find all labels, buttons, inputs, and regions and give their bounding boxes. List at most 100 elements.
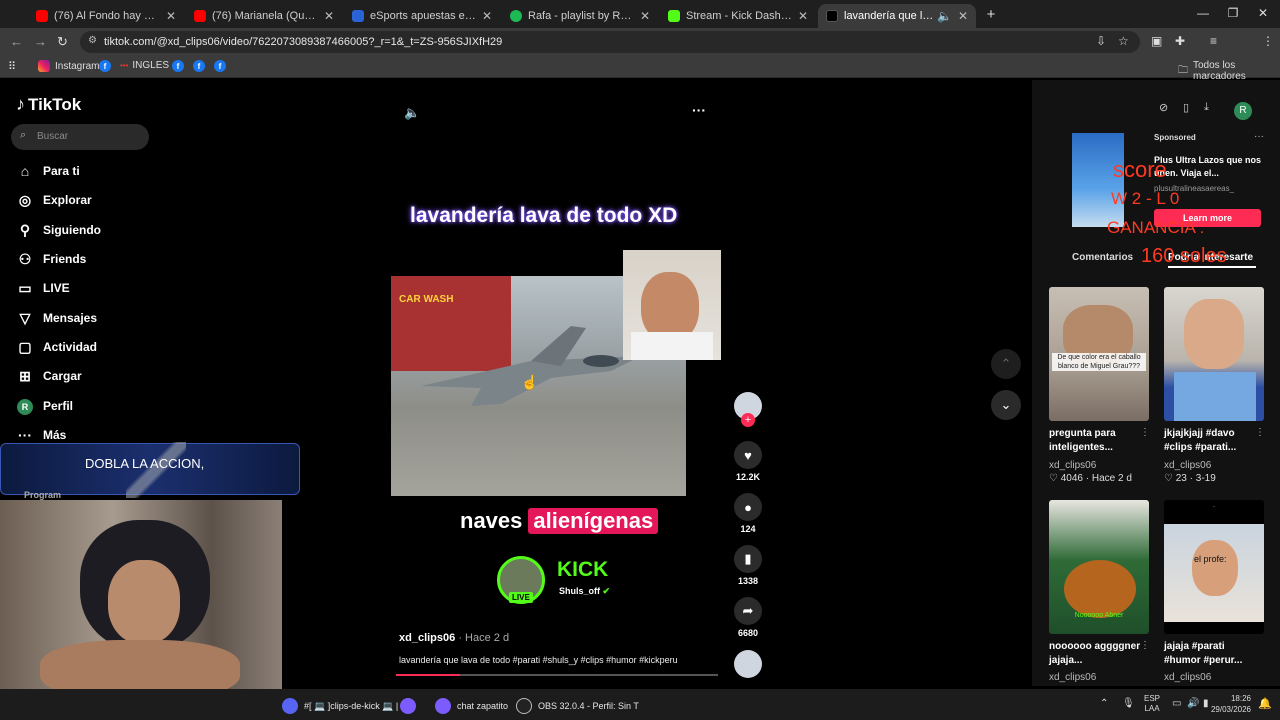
video-card-author[interactable]: xd_clips06 bbox=[1164, 672, 1211, 683]
taskbar-app[interactable] bbox=[400, 698, 422, 714]
share-button[interactable]: ➦ 6680 bbox=[733, 597, 763, 638]
bookmark-facebook-3[interactable]: f bbox=[193, 60, 210, 72]
video-more-icon[interactable]: ··· bbox=[692, 102, 706, 118]
nav-actividad[interactable]: ▢ Actividad bbox=[16, 336, 97, 358]
profile-avatar[interactable]: R bbox=[1234, 102, 1252, 120]
close-icon[interactable]: ✕ bbox=[482, 9, 492, 23]
author-name[interactable]: xd_clips06 bbox=[399, 632, 455, 644]
apps-icon[interactable]: ⠿ bbox=[8, 60, 16, 73]
score-record: W 2 - L 0 bbox=[1111, 189, 1180, 208]
close-icon[interactable]: ✕ bbox=[958, 9, 968, 23]
chrome-menu-icon[interactable]: ⋮ bbox=[1262, 34, 1274, 48]
close-icon[interactable]: ✕ bbox=[324, 9, 334, 23]
video-card-title[interactable]: noooooo aggggner jajaja... bbox=[1049, 640, 1144, 668]
video-card-author[interactable]: xd_clips06 bbox=[1049, 672, 1096, 683]
like-button[interactable]: ♥ 12.2K bbox=[733, 441, 763, 482]
nav-cargar[interactable]: ⊞ Cargar bbox=[16, 365, 82, 387]
bookmark-facebook-2[interactable]: f bbox=[172, 60, 189, 72]
close-icon[interactable]: ✕ bbox=[166, 9, 176, 23]
close-icon[interactable]: ✕ bbox=[798, 9, 808, 23]
reading-list-icon[interactable]: ≡ bbox=[1210, 34, 1217, 48]
download-icon[interactable]: ⤓ bbox=[1204, 101, 1209, 114]
face-shape bbox=[108, 560, 180, 644]
back-icon[interactable]: ← bbox=[10, 34, 23, 49]
video-card-title[interactable]: jajaja #parati #humor #perur... bbox=[1164, 640, 1259, 668]
all-bookmarks[interactable]: 🗀 Todos los marcadores bbox=[1178, 60, 1280, 82]
video-card-title[interactable]: jkjajkjajj #davo #clips #parati... bbox=[1164, 427, 1259, 455]
forward-icon[interactable]: → bbox=[34, 34, 47, 49]
tab-kick-dashboard[interactable]: Stream - Kick Dashboard ✕ bbox=[660, 4, 816, 28]
video-card-author[interactable]: xd_clips06 bbox=[1164, 460, 1211, 471]
ad-more-icon[interactable]: ··· bbox=[1254, 131, 1264, 142]
next-video-button[interactable]: ⌄ bbox=[991, 390, 1021, 420]
address-bar[interactable]: ⚙ tiktok.com/@xd_clips06/video/762207308… bbox=[80, 31, 1140, 53]
search-input[interactable]: ⌕ Buscar bbox=[11, 124, 149, 150]
nav-friends[interactable]: ⚇ Friends bbox=[16, 248, 87, 270]
bookmark-star-icon[interactable]: ☆ bbox=[1118, 34, 1129, 48]
thumb-top-text: · bbox=[1213, 504, 1215, 510]
previous-video-button[interactable]: ⌃ bbox=[991, 349, 1021, 379]
media-icon[interactable]: ▣ bbox=[1151, 34, 1162, 48]
close-icon[interactable]: ✕ bbox=[640, 9, 650, 23]
taskbar-obs[interactable]: OBS 32.0.4 - Perfil: Sin T bbox=[516, 698, 639, 714]
music-disc-button[interactable] bbox=[733, 650, 763, 683]
taskbar-discord[interactable]: #[ 💻 ]clips-de-kick 💻 | bbox=[282, 698, 398, 714]
creator-avatar-button[interactable]: + bbox=[733, 392, 763, 427]
install-app-icon[interactable]: ⇩ bbox=[1096, 34, 1106, 48]
tiktok-logo[interactable]: ♪ TikTok bbox=[16, 94, 81, 115]
volume-icon[interactable]: 🔈 bbox=[404, 105, 420, 121]
nav-para-ti[interactable]: ⌂ Para ti bbox=[16, 160, 80, 182]
video-progress-bar[interactable] bbox=[396, 674, 718, 676]
speaker-icon[interactable]: 🔈 bbox=[937, 9, 952, 23]
lang-layout: LAA bbox=[1144, 704, 1160, 713]
extensions-icon[interactable]: ✚ bbox=[1175, 34, 1185, 48]
card-more-icon[interactable]: ⋮ bbox=[1140, 427, 1150, 438]
nav-mensajes[interactable]: ▽ Mensajes bbox=[16, 307, 97, 329]
network-icon[interactable]: ▭ bbox=[1172, 698, 1181, 709]
video-author-line[interactable]: xd_clips06 · Hace 2 d bbox=[399, 632, 509, 644]
nav-live[interactable]: ▭ LIVE bbox=[16, 277, 69, 299]
microphone-icon[interactable]: 🎙 bbox=[1122, 698, 1135, 709]
comment-button[interactable]: ● 124 bbox=[733, 493, 763, 534]
nav-siguiendo[interactable]: ⚲ Siguiendo bbox=[16, 219, 101, 241]
taskbar-chat[interactable]: chat zapatito bbox=[435, 698, 508, 714]
score-title: score bbox=[1113, 157, 1167, 182]
card-more-icon[interactable]: ⋮ bbox=[1140, 640, 1150, 651]
tray-chevron-icon[interactable]: ⌃ bbox=[1100, 698, 1108, 709]
tab-spotify[interactable]: Rafa - playlist by Rafael.xared | ✕ bbox=[502, 4, 658, 28]
restore-button[interactable]: ❐ bbox=[1218, 6, 1248, 20]
reload-icon[interactable]: ↻ bbox=[57, 34, 68, 50]
taskbar-label: OBS 32.0.4 - Perfil: Sin T bbox=[538, 701, 639, 711]
esports-icon bbox=[352, 10, 364, 22]
notifications-icon[interactable]: 🔔 bbox=[1258, 697, 1272, 710]
volume-tray-icon[interactable]: 🔊 bbox=[1187, 698, 1199, 709]
compass-small-icon[interactable]: ⊘ bbox=[1159, 101, 1168, 114]
clock[interactable]: 18:26 29/03/2026 bbox=[1207, 693, 1251, 715]
save-button[interactable]: ▮ 1338 bbox=[733, 545, 763, 586]
bookmark-facebook[interactable]: f bbox=[99, 60, 116, 72]
tab-esports[interactable]: eSports apuestas en directo D ✕ bbox=[344, 4, 500, 28]
video-card-thumbnail[interactable]: De que color era el caballo blanco de Mi… bbox=[1049, 287, 1149, 421]
tab-marianela[interactable]: (76) Marianela (Que Pasa) (Exte ✕ bbox=[186, 4, 342, 28]
video-card-title[interactable]: pregunta para inteligentes... bbox=[1049, 427, 1144, 455]
nav-explorar[interactable]: ◎ Explorar bbox=[16, 189, 92, 211]
device-icon[interactable]: ▯ bbox=[1183, 101, 1189, 114]
language-indicator[interactable]: ESP LAA bbox=[1144, 694, 1160, 714]
video-card-author[interactable]: xd_clips06 bbox=[1049, 460, 1096, 471]
video-card-thumbnail[interactable]: Noooooo Abner bbox=[1049, 500, 1149, 634]
bookmark-facebook-4[interactable]: f bbox=[214, 60, 231, 72]
video-card-thumbnail[interactable]: · el profe: bbox=[1164, 500, 1264, 634]
tab-al-fondo[interactable]: (76) Al Fondo hay Sitio 8: Ferna ✕ bbox=[28, 4, 184, 28]
video-card-thumbnail[interactable] bbox=[1164, 287, 1264, 421]
new-tab-button[interactable]: + bbox=[976, 6, 1006, 23]
bookmark-ingles[interactable]: ••• INGLES bbox=[120, 60, 169, 71]
url-text[interactable]: tiktok.com/@xd_clips06/video/76220730893… bbox=[104, 36, 502, 48]
tab-tiktok-active[interactable]: lavandería que lava de todo 🔈 ✕ bbox=[818, 4, 976, 28]
nav-perfil[interactable]: R Perfil bbox=[16, 395, 73, 417]
card-more-icon[interactable]: ⋮ bbox=[1255, 427, 1265, 438]
bookmark-instagram[interactable]: Instagram bbox=[38, 60, 99, 72]
minimize-button[interactable]: — bbox=[1188, 6, 1218, 20]
site-info-icon[interactable]: ⚙ bbox=[88, 35, 97, 46]
follow-plus-icon[interactable]: + bbox=[741, 413, 755, 427]
close-window-button[interactable]: ✕ bbox=[1248, 6, 1278, 20]
